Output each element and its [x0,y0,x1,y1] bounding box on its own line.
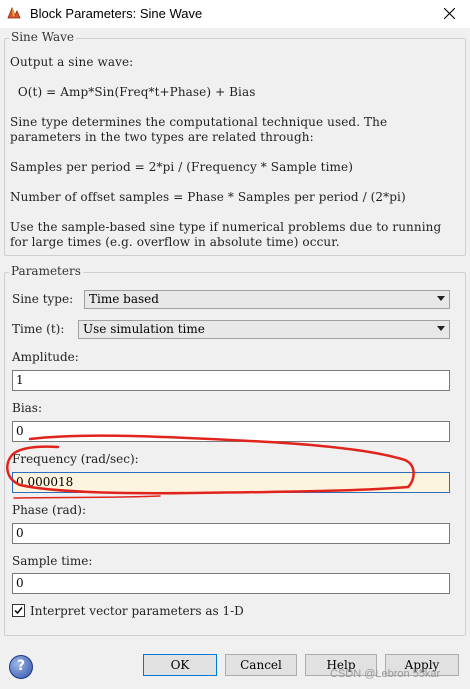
description-group-title: Sine Wave [9,30,77,44]
sample-time-label: Sample time: [12,554,93,568]
sample-time-value: 0 [16,576,24,590]
checkmark-icon [14,607,23,615]
time-label: Time (t): [12,322,65,336]
window-title: Block Parameters: Sine Wave [30,6,203,21]
description-line: Use the sample-based sine type if numeri… [10,220,442,234]
interpret-vector-checkbox[interactable] [12,604,25,617]
amplitude-input[interactable]: 1 [12,370,450,391]
phase-label: Phase (rad): [12,503,87,517]
interpret-vector-label: Interpret vector parameters as 1-D [30,604,244,618]
title-bar: Block Parameters: Sine Wave [0,0,470,28]
phase-input[interactable]: 0 [12,523,450,544]
sample-time-input[interactable]: 0 [12,573,450,594]
phase-value: 0 [16,526,24,540]
close-icon [444,8,455,19]
simulink-app-icon [7,6,21,19]
frequency-value: 0.000018 [16,475,74,489]
description-line: Number of offset samples = Phase * Sampl… [10,190,406,204]
amplitude-value: 1 [16,373,24,387]
description-line: Samples per period = 2*pi / (Frequency *… [10,160,353,174]
help-icon[interactable]: ? [9,655,33,679]
sine-type-select[interactable]: Time based [84,290,450,309]
description-line: O(t) = Amp*Sin(Freq*t+Phase) + Bias [10,85,256,99]
chevron-down-icon [437,326,445,331]
description-line: parameters in the two types are related … [10,130,314,144]
sine-type-label: Sine type: [12,292,74,306]
frequency-input[interactable]: 0.000018 [12,472,450,493]
frequency-label: Frequency (rad/sec): [12,452,139,466]
description-line: for large times (e.g. overflow in absolu… [10,235,340,249]
time-value: Use simulation time [83,322,205,336]
parameters-group-title: Parameters [9,264,83,278]
bias-label: Bias: [12,401,43,415]
close-button[interactable] [430,0,470,28]
sine-type-value: Time based [89,292,159,306]
watermark-text: CSDN @Lebron 55kar [330,668,441,680]
cancel-button[interactable]: Cancel [225,654,297,676]
ok-button[interactable]: OK [143,654,217,676]
amplitude-label: Amplitude: [12,350,79,364]
bias-input[interactable]: 0 [12,421,450,442]
description-line: Output a sine wave: [10,55,134,69]
chevron-down-icon [437,296,445,301]
description-line: Sine type determines the computational t… [10,115,388,129]
bias-value: 0 [16,424,24,438]
time-select[interactable]: Use simulation time [78,320,450,339]
